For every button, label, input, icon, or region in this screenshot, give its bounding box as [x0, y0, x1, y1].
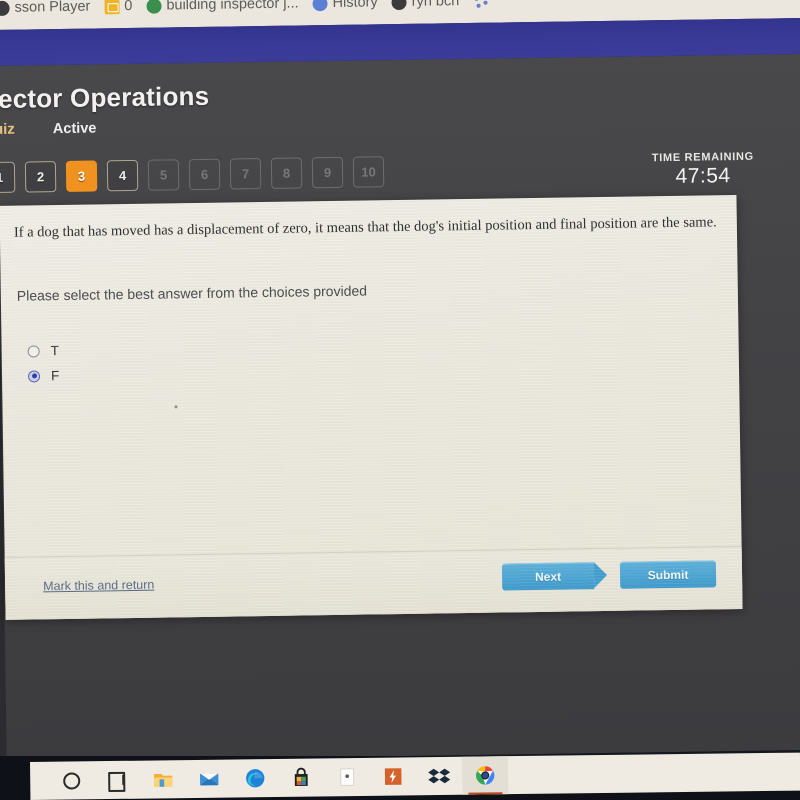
answer-choice-label: T [50, 343, 60, 359]
bookmark-item[interactable]: ryh bch [391, 0, 460, 10]
question-nav-9: 9 [311, 156, 344, 189]
question-nav-6: 6 [188, 158, 221, 191]
bookmark-item[interactable]: sson Player [0, 0, 90, 16]
taskbar-dropbox[interactable] [416, 757, 462, 796]
taskbar-microsoft-store[interactable] [278, 758, 324, 797]
loading-spinner-icon [473, 0, 489, 9]
search-circle-icon [62, 771, 80, 790]
bookmark-label: sson Player [14, 0, 91, 16]
question-nav-10: 10 [352, 156, 385, 188]
answer-choice-label: F [50, 368, 60, 384]
taskbar-edge[interactable] [232, 759, 278, 798]
taskbar-task-view-button[interactable] [94, 761, 140, 800]
document-icon [340, 768, 355, 786]
question-card: If a dog that has moved has a displaceme… [0, 195, 743, 620]
green-circle-icon [146, 0, 162, 14]
dropbox-icon [428, 768, 451, 784]
monitor-photo: sson Player 0 building inspector j... Hi… [0, 0, 800, 800]
time-remaining: TIME REMAINING 47:54 [652, 151, 755, 190]
taskbar-file-explorer[interactable] [140, 760, 186, 799]
question-card-footer: Mark this and return Next Submit [4, 545, 743, 620]
mark-this-and-return-link[interactable]: Mark this and return [43, 578, 154, 594]
question-nav-5: 5 [147, 159, 180, 191]
lightning-bolt-icon [384, 768, 402, 785]
folder-icon [153, 773, 173, 787]
shopping-bag-icon [294, 767, 308, 787]
question-nav-8: 8 [270, 157, 303, 189]
time-remaining-value: 47:54 [675, 164, 731, 188]
time-remaining-label: TIME REMAINING [651, 150, 754, 165]
page-title: Vector Operations [0, 80, 210, 115]
taskbar-items [30, 752, 800, 800]
bookmark-item[interactable]: building inspector j... [146, 0, 299, 14]
bookmark-item[interactable]: 0 [104, 0, 133, 15]
answer-choices: T F [27, 338, 59, 388]
quiz-page: Vector Operations Quiz Active 1 2 3 4 5 … [0, 53, 800, 763]
quiz-kind-label: Quiz [0, 120, 15, 139]
bookmark-item-history[interactable]: History [312, 0, 378, 11]
question-nav-4[interactable]: 4 [106, 159, 139, 192]
taskbar-search-button[interactable] [48, 761, 94, 800]
question-nav-7: 7 [229, 158, 262, 190]
question-nav-3[interactable]: 3 [65, 160, 98, 192]
next-button[interactable]: Next [501, 562, 595, 591]
bookmark-label: History [332, 0, 378, 11]
screen-content: sson Player 0 building inspector j... Hi… [0, 0, 800, 763]
radio-button-t[interactable] [27, 344, 40, 358]
answer-choice-t[interactable]: T [27, 338, 59, 363]
taskbar-app-white[interactable] [324, 758, 370, 797]
taskbar-app-orange[interactable] [370, 757, 416, 796]
submit-button[interactable]: Submit [619, 560, 717, 589]
globe-icon [391, 0, 407, 10]
quiz-status-label: Active [52, 120, 97, 138]
chrome-icon [476, 766, 495, 785]
image-icon [104, 0, 120, 14]
question-nav-2[interactable]: 2 [24, 161, 57, 193]
edge-icon [246, 769, 265, 788]
answer-choice-f[interactable]: F [27, 363, 60, 388]
bookmark-label: ryh bch [411, 0, 460, 10]
question-instruction: Please select the best answer from the c… [16, 282, 368, 304]
envelope-icon [199, 773, 219, 786]
bookmark-label: building inspector j... [166, 0, 299, 14]
bookmark-label: 0 [124, 0, 133, 15]
question-text: If a dog that has moved has a displaceme… [13, 214, 717, 241]
generic-page-icon [0, 0, 10, 16]
radio-button-f[interactable] [27, 369, 41, 383]
taskbar-mail[interactable] [186, 760, 232, 799]
quiz-header: Vector Operations Quiz Active [0, 81, 210, 138]
question-nav-1[interactable]: 1 [0, 161, 16, 194]
question-navigation: 1 2 3 4 5 6 7 8 9 10 [0, 156, 385, 194]
history-icon [312, 0, 328, 11]
screen-dust-speck [174, 405, 178, 409]
taskbar-google-chrome[interactable] [461, 756, 509, 795]
windows-taskbar [0, 752, 800, 800]
task-view-icon [108, 772, 127, 788]
quiz-subheader: Quiz Active [0, 118, 210, 138]
